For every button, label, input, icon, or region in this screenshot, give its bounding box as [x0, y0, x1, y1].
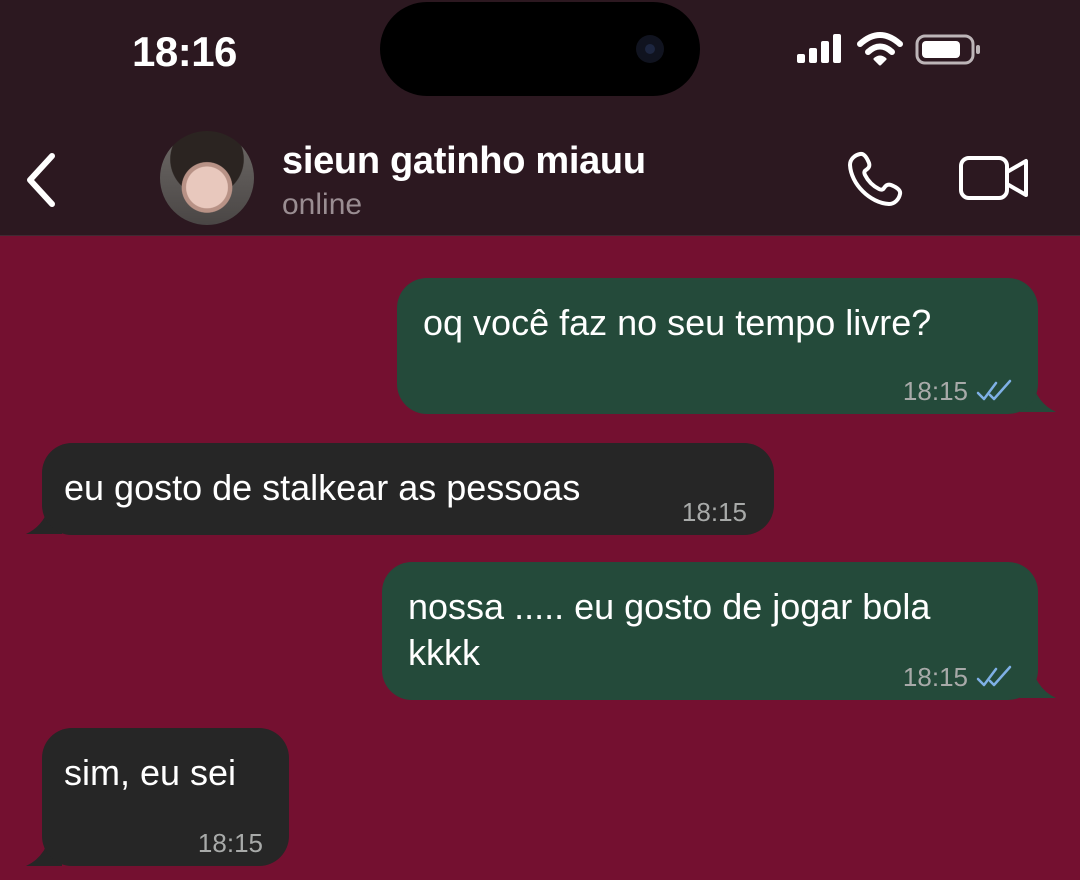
message-meta: 18:15: [198, 820, 263, 866]
message-bubble-outgoing[interactable]: nossa ..... eu gosto de jogar bola kkkk …: [382, 562, 1038, 700]
message-bubble-incoming[interactable]: sim, eu sei 18:15: [42, 728, 289, 866]
video-camera-icon[interactable]: [958, 155, 1030, 201]
double-check-read-icon: [976, 379, 1012, 401]
phone-icon[interactable]: [846, 150, 904, 208]
message-time: 18:15: [902, 662, 968, 692]
message-meta: 18:15: [903, 654, 1014, 700]
message-text: eu gosto de stalkear as pessoas: [64, 467, 581, 508]
message-text: sim, eu sei: [64, 752, 237, 793]
double-check-read-icon: [976, 665, 1012, 687]
message-bubble-incoming[interactable]: eu gosto de stalkear as pessoas 18:15: [42, 443, 774, 535]
chat-header: 18:16 sieun gatinho miauu online: [0, 0, 1080, 236]
message-time: 18:15: [681, 497, 747, 527]
wifi-icon: [857, 32, 903, 66]
battery-icon: [915, 34, 980, 65]
front-camera: [636, 35, 664, 63]
message-time: 18:15: [197, 828, 263, 858]
message-meta: 18:15: [903, 368, 1014, 414]
message-text: nossa ..... eu gosto de jogar bola: [408, 586, 931, 627]
message-text: oq você faz no seu tempo livre?: [423, 302, 932, 343]
message-bubble-outgoing[interactable]: oq você faz no seu tempo livre? 18:15: [397, 278, 1038, 414]
message-meta: 18:15: [682, 489, 747, 535]
status-time: 18:16: [132, 28, 237, 75]
contact-name[interactable]: sieun gatinho miauu: [282, 140, 646, 183]
cellular-signal-icon: [797, 34, 841, 63]
chevron-left-icon[interactable]: [22, 152, 62, 208]
message-time: 18:15: [902, 376, 968, 406]
message-text-line2: kkkk: [408, 632, 480, 673]
contact-status: online: [282, 188, 363, 221]
avatar[interactable]: [160, 131, 254, 225]
dynamic-island: [380, 2, 700, 96]
